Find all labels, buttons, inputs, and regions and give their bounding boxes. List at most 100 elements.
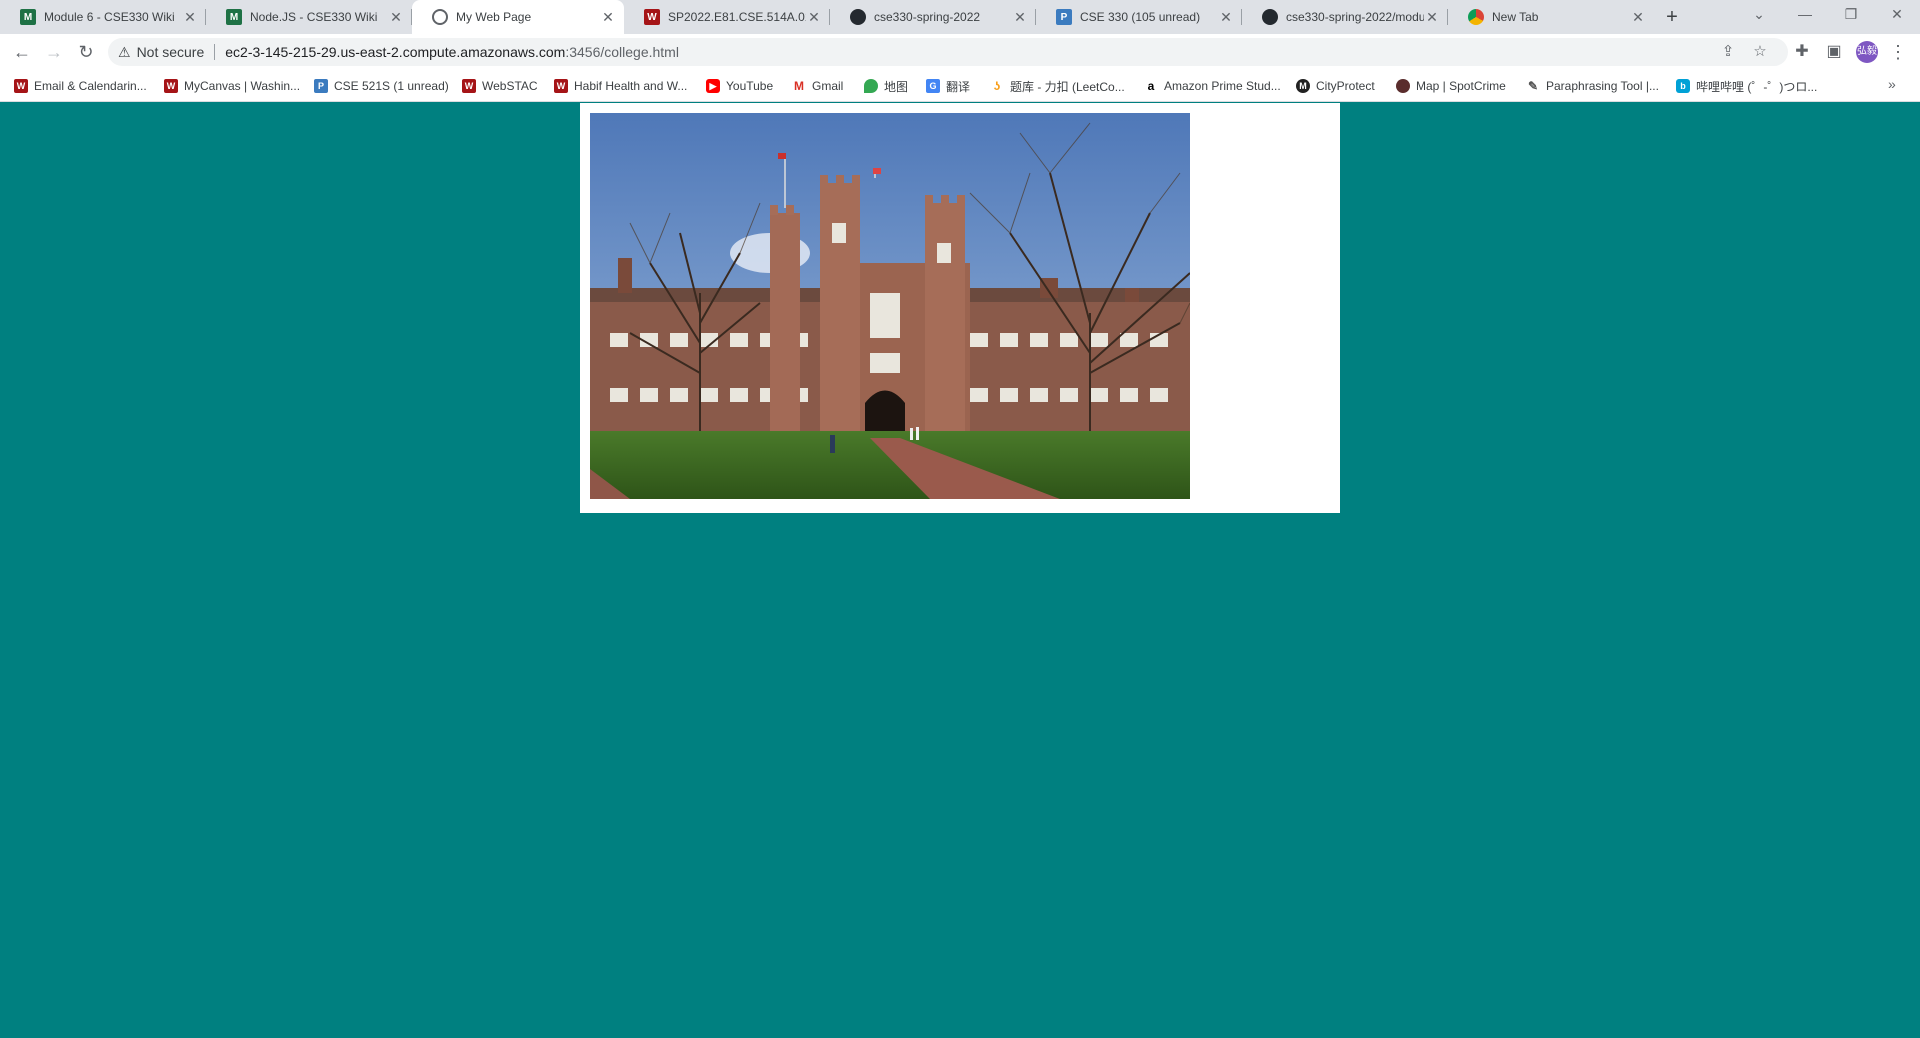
piazza-icon: P — [1056, 9, 1072, 25]
profile-avatar[interactable]: 弘毅 — [1856, 41, 1878, 63]
washu-icon: W — [644, 9, 660, 25]
bookmark-label: 题库 - 力扣 (LeetCo... — [1010, 79, 1125, 94]
globe-icon — [432, 9, 448, 25]
spotcrime-icon — [1396, 79, 1410, 93]
bookmark-cityprotect[interactable]: M CityProtect — [1296, 78, 1375, 94]
tab-strip: M Module 6 - CSE330 Wiki ✕ M Node.JS - C… — [0, 0, 1920, 34]
close-tab-icon[interactable]: ✕ — [806, 9, 822, 26]
washu-icon: W — [462, 79, 476, 93]
extensions-icon[interactable]: ✚ — [1790, 40, 1814, 64]
share-icon[interactable]: ⇪ — [1718, 42, 1738, 62]
tab-my-web-page[interactable]: My Web Page ✕ — [412, 0, 624, 34]
bookmark-youtube[interactable]: ▶ YouTube — [706, 78, 773, 94]
close-tab-icon[interactable]: ✕ — [1012, 9, 1028, 26]
bilibili-icon: b — [1676, 79, 1690, 93]
image-container — [580, 103, 1340, 513]
bookmark-label: WebSTAC — [482, 79, 538, 93]
bookmark-amazon[interactable]: a Amazon Prime Stud... — [1144, 78, 1281, 94]
close-tab-icon[interactable]: ✕ — [182, 9, 198, 26]
college-building-photo — [590, 113, 1190, 499]
bookmark-webstac[interactable]: W WebSTAC — [462, 78, 538, 94]
tab-title: CSE 330 (105 unread) — [1080, 10, 1201, 24]
close-tab-icon[interactable]: ✕ — [1424, 9, 1440, 26]
reload-icon[interactable]: ↻ — [74, 40, 98, 64]
bookmark-star-icon[interactable]: ☆ — [1750, 42, 1770, 62]
bookmark-label: Habif Health and W... — [574, 79, 688, 93]
bookmark-cse521s[interactable]: P CSE 521S (1 unread) — [314, 78, 449, 94]
piazza-icon: P — [314, 79, 328, 93]
bookmark-label: YouTube — [726, 79, 774, 93]
translate-icon: G — [926, 79, 940, 93]
quill-icon: ✎ — [1526, 79, 1540, 93]
youtube-icon: ▶ — [706, 79, 720, 93]
minimize-icon[interactable]: — — [1782, 0, 1828, 30]
tab-github-repo[interactable]: cse330-spring-2022 ✕ — [830, 0, 1036, 34]
washu-icon: W — [164, 79, 178, 93]
url-host[interactable]: ec2-3-145-215-29.us-east-2.compute.amazo… — [225, 44, 565, 60]
tab-module6[interactable]: M Module 6 - CSE330 Wiki ✕ — [0, 0, 206, 34]
tab-new-tab[interactable]: New Tab ✕ — [1448, 0, 1654, 34]
forward-icon[interactable]: → — [42, 40, 66, 64]
wiki-icon: M — [20, 9, 36, 25]
github-icon — [1262, 9, 1278, 25]
bookmark-label: Email & Calendarin... — [34, 79, 147, 93]
menu-icon[interactable]: ⋮ — [1886, 40, 1910, 64]
tab-title: Node.JS - CSE330 Wiki — [250, 10, 378, 24]
bookmark-label: 翻译 — [946, 79, 971, 94]
bookmark-label: CityProtect — [1316, 79, 1375, 93]
tab-canvas-course[interactable]: W SP2022.E81.CSE.514A.01 - ✕ — [624, 0, 830, 34]
maps-icon — [864, 79, 878, 93]
bookmark-label: 哔哩哔哩 (゜-゜)つロ... — [1696, 79, 1818, 94]
bookmark-bilibili[interactable]: b 哔哩哔哩 (゜-゜)つロ... — [1676, 78, 1817, 94]
tab-title: New Tab — [1492, 10, 1539, 24]
close-tab-icon[interactable]: ✕ — [1218, 9, 1234, 26]
address-bar[interactable]: ⚠ Not secure ec2-3-145-215-29.us-east-2.… — [108, 38, 1788, 66]
warning-icon[interactable]: ⚠ — [118, 44, 131, 61]
security-label[interactable]: Not secure — [137, 44, 205, 60]
amazon-icon: a — [1144, 79, 1158, 93]
bookmark-translate[interactable]: G 翻译 — [926, 78, 970, 94]
bookmark-label: Gmail — [812, 79, 844, 93]
browser-toolbar: ← → ↻ ⚠ Not secure ec2-3-145-215-29.us-e… — [0, 34, 1920, 70]
side-panel-icon[interactable]: ▣ — [1822, 40, 1846, 64]
tab-title: SP2022.E81.CSE.514A.01 - — [668, 10, 806, 24]
bookmark-label: MyCanvas | Washin... — [184, 79, 301, 93]
bookmark-email[interactable]: W Email & Calendarin... — [14, 78, 147, 94]
close-tab-icon[interactable]: ✕ — [1630, 9, 1646, 26]
wiki-icon: M — [226, 9, 242, 25]
tab-title: cse330-spring-2022/modu — [1286, 10, 1424, 24]
gmail-icon: M — [792, 79, 806, 93]
bookmark-label: Paraphrasing Tool |... — [1546, 79, 1659, 93]
bookmark-mycanvas[interactable]: W MyCanvas | Washin... — [164, 78, 300, 94]
tab-title: My Web Page — [456, 10, 532, 24]
bookmark-leetcode[interactable]: ʖ 题库 - 力扣 (LeetCo... — [990, 78, 1125, 94]
bookmarks-overflow-icon[interactable]: » — [1888, 76, 1896, 92]
bookmark-label: 地图 — [884, 79, 909, 94]
bookmark-spotcrime[interactable]: Map | SpotCrime — [1396, 78, 1506, 94]
tab-search-icon[interactable]: ⌄ — [1736, 0, 1782, 30]
github-icon — [850, 9, 866, 25]
tab-nodejs[interactable]: M Node.JS - CSE330 Wiki ✕ — [206, 0, 412, 34]
washu-icon: W — [554, 79, 568, 93]
tab-piazza[interactable]: P CSE 330 (105 unread) ✕ — [1036, 0, 1242, 34]
bookmark-paraphrasing[interactable]: ✎ Paraphrasing Tool |... — [1526, 78, 1659, 94]
back-icon[interactable]: ← — [10, 40, 34, 64]
cityprotect-icon: M — [1296, 79, 1310, 93]
leetcode-icon: ʖ — [990, 79, 1004, 93]
bookmark-maps[interactable]: 地图 — [864, 78, 908, 94]
tab-title: Module 6 - CSE330 Wiki — [44, 10, 175, 24]
chrome-icon — [1468, 9, 1484, 25]
bookmark-label: Amazon Prime Stud... — [1164, 79, 1281, 93]
new-tab-button[interactable]: + — [1660, 5, 1684, 29]
restore-icon[interactable]: ❐ — [1828, 0, 1874, 30]
washu-icon: W — [14, 79, 28, 93]
url-path[interactable]: :3456/college.html — [565, 44, 679, 60]
close-tab-icon[interactable]: ✕ — [600, 9, 616, 26]
bookmark-label: CSE 521S (1 unread) — [334, 79, 449, 93]
bookmark-gmail[interactable]: M Gmail — [792, 78, 843, 94]
bookmarks-bar: W Email & Calendarin... W MyCanvas | Washi… — [0, 70, 1920, 102]
bookmark-habif[interactable]: W Habif Health and W... — [554, 78, 687, 94]
close-window-icon[interactable]: ✕ — [1874, 0, 1920, 30]
close-tab-icon[interactable]: ✕ — [388, 9, 404, 26]
tab-github-module[interactable]: cse330-spring-2022/modu ✕ — [1242, 0, 1448, 34]
